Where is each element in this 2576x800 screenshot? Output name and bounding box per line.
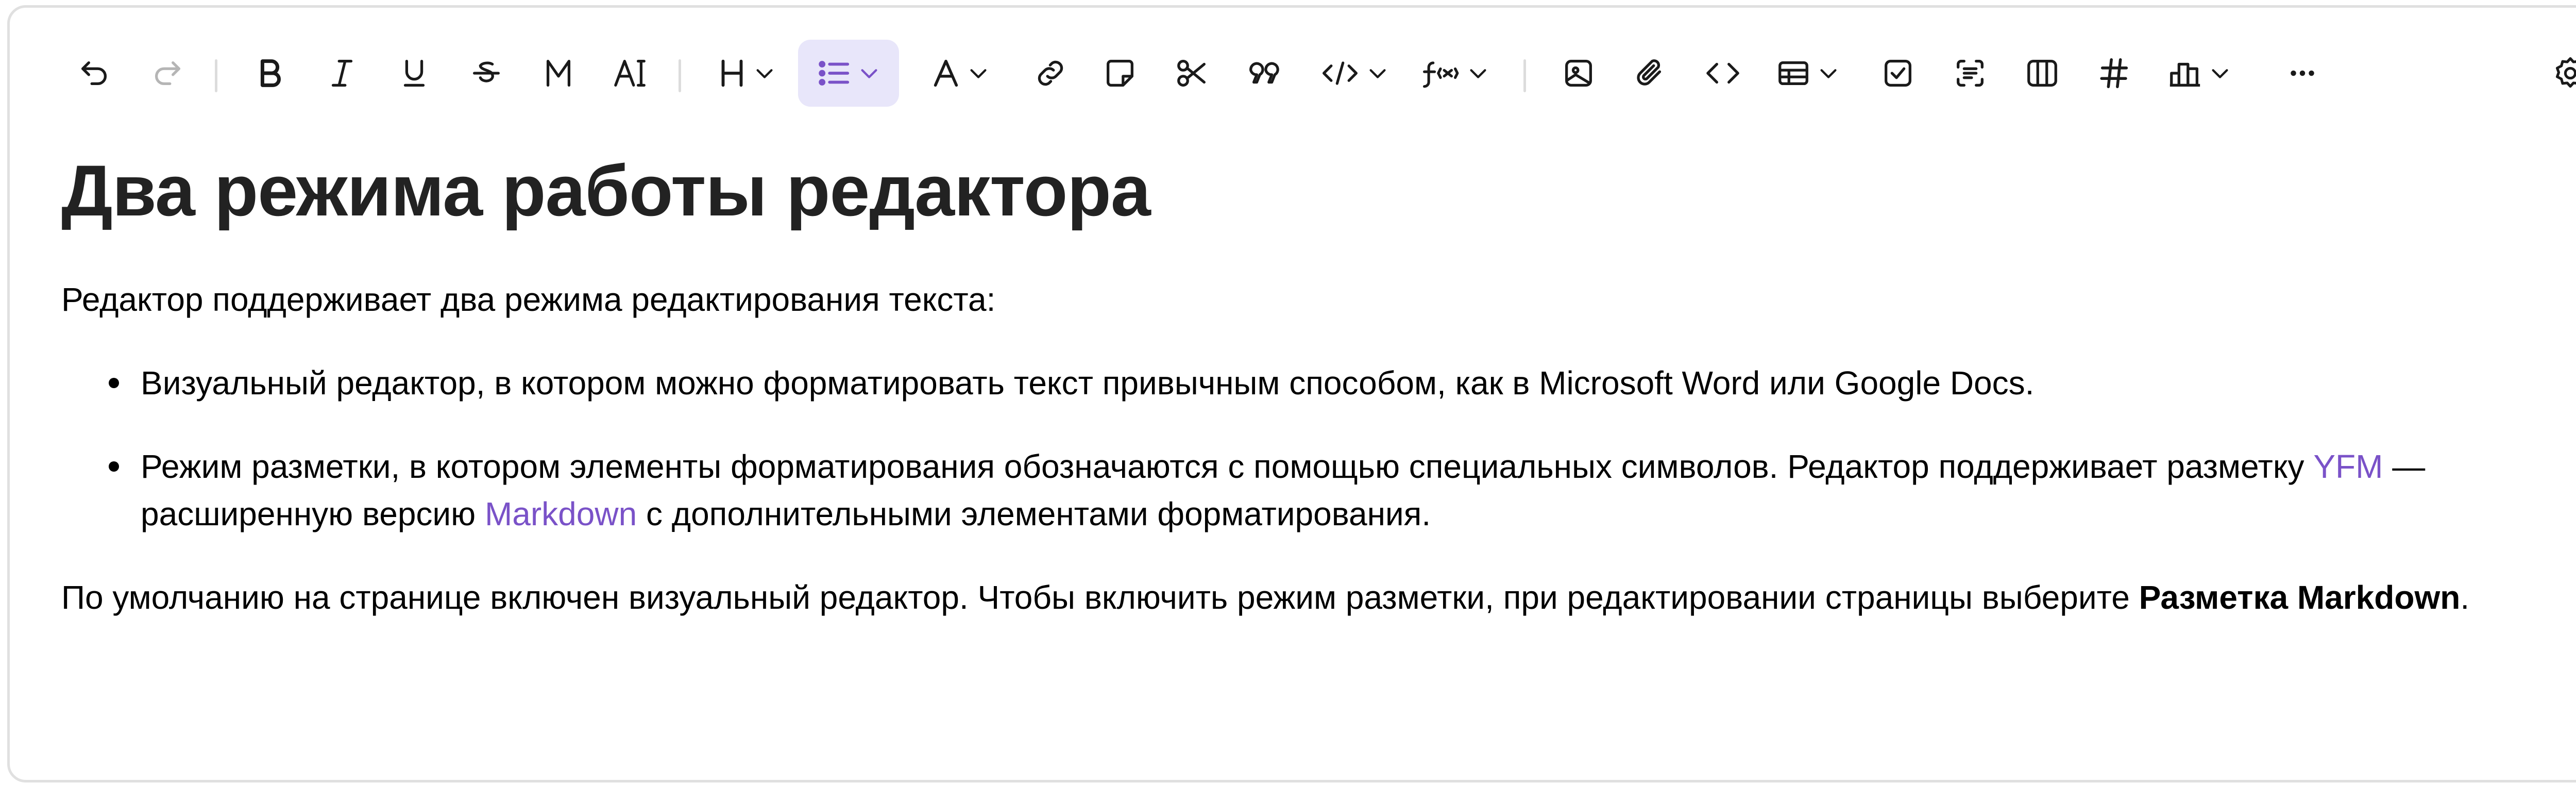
italic-button[interactable] bbox=[309, 40, 376, 107]
code-block-icon bbox=[1706, 62, 1739, 84]
attachment-icon bbox=[1637, 59, 1662, 86]
strikethrough-button[interactable] bbox=[453, 40, 520, 107]
strikethrough-icon bbox=[473, 61, 500, 82]
yfm-block-icon bbox=[1957, 60, 1984, 87]
settings-button[interactable] bbox=[2537, 40, 2576, 107]
attachment-button[interactable] bbox=[1617, 40, 1684, 107]
monospace-icon bbox=[546, 60, 571, 87]
table-icon bbox=[1778, 61, 1808, 86]
note-button[interactable] bbox=[1087, 40, 1154, 107]
page-title: Два режима работы редактора bbox=[61, 150, 1151, 231]
code-inline-icon bbox=[1323, 61, 1358, 85]
underline-button[interactable] bbox=[381, 40, 448, 107]
code-block-button[interactable] bbox=[1689, 40, 1756, 107]
chevron-down-icon bbox=[1470, 69, 1486, 78]
quote-button[interactable] bbox=[1231, 40, 1298, 107]
editor-container: Два режима работы редактора Редактор под… bbox=[7, 5, 2576, 782]
chevron-down-icon bbox=[861, 69, 877, 78]
undo-button[interactable] bbox=[61, 40, 128, 107]
image-icon bbox=[1565, 60, 1592, 87]
more-icon bbox=[2291, 70, 2314, 76]
bold-button[interactable] bbox=[236, 40, 303, 107]
yfm-block-button[interactable] bbox=[1937, 40, 2004, 107]
list-item: Визуальный редактор, в котором можно фор… bbox=[61, 359, 2576, 407]
redo-button[interactable] bbox=[133, 40, 200, 107]
monospace-button[interactable] bbox=[525, 40, 592, 107]
list-item-text: Режим разметки, в котором элементы форма… bbox=[141, 448, 2314, 485]
intro-paragraph: Редактор поддерживает два режима редакти… bbox=[61, 281, 996, 318]
text-marker-button[interactable] bbox=[597, 40, 664, 107]
final-paragraph: По умолчанию на странице включен визуаль… bbox=[61, 574, 2576, 621]
toolbar-separator bbox=[1523, 59, 1526, 92]
chevron-down-icon bbox=[2212, 69, 2228, 78]
document-body[interactable]: Два режима работы редактора Редактор под… bbox=[61, 142, 2576, 621]
underline-icon bbox=[403, 60, 425, 87]
more-button[interactable] bbox=[2269, 40, 2336, 107]
chart-dropdown[interactable] bbox=[2153, 40, 2246, 107]
formula-dropdown[interactable] bbox=[1411, 40, 1499, 107]
toolbar-separator bbox=[679, 59, 681, 92]
final-text-end: . bbox=[2460, 579, 2470, 616]
columns-icon bbox=[2027, 60, 2057, 87]
checkbox-button[interactable] bbox=[1865, 40, 1931, 107]
redo-icon bbox=[155, 61, 180, 86]
hashtag-icon bbox=[2100, 58, 2128, 89]
heading-icon bbox=[721, 59, 743, 87]
text-color-dropdown[interactable] bbox=[917, 40, 1004, 107]
list-item: Режим разметки, в котором элементы форма… bbox=[61, 443, 2576, 538]
chart-icon bbox=[2170, 62, 2200, 87]
hashtag-button[interactable] bbox=[2081, 40, 2148, 107]
list-item-text: Визуальный редактор, в котором можно фор… bbox=[141, 364, 2035, 402]
table-dropdown[interactable] bbox=[1761, 40, 1854, 107]
chevron-down-icon bbox=[970, 69, 987, 78]
cut-button[interactable] bbox=[1159, 40, 1226, 107]
link-icon bbox=[1038, 60, 1063, 86]
cut-icon bbox=[1177, 60, 1206, 87]
yfm-link[interactable]: YFM bbox=[2313, 448, 2383, 485]
text-marker-icon bbox=[614, 60, 646, 87]
italic-icon bbox=[331, 60, 353, 87]
settings-icon bbox=[2555, 57, 2576, 88]
checkbox-icon bbox=[1885, 60, 1911, 87]
heading-dropdown[interactable] bbox=[700, 40, 793, 107]
toolbar bbox=[10, 8, 2576, 137]
undo-icon bbox=[81, 61, 107, 86]
text-color-icon bbox=[934, 59, 958, 87]
markup-mode-label: Разметка Markdown bbox=[2139, 579, 2461, 616]
final-text: По умолчанию на странице включен визуаль… bbox=[61, 579, 2139, 616]
link-button[interactable] bbox=[1017, 40, 1084, 107]
markdown-link[interactable]: Markdown bbox=[485, 495, 637, 532]
quote-icon bbox=[1249, 62, 1279, 84]
code-inline-dropdown[interactable] bbox=[1308, 40, 1401, 107]
list-dropdown[interactable] bbox=[798, 40, 899, 107]
chevron-down-icon bbox=[1820, 69, 1837, 78]
bold-icon bbox=[260, 59, 281, 87]
chevron-down-icon bbox=[756, 69, 773, 78]
columns-button[interactable] bbox=[2009, 40, 2076, 107]
formula-icon bbox=[1423, 61, 1459, 88]
chevron-down-icon bbox=[1369, 69, 1386, 78]
list-item-text: с дополнительными элементами форматирова… bbox=[637, 495, 1431, 532]
note-icon bbox=[1107, 60, 1133, 87]
modes-list: Визуальный редактор, в котором можно фор… bbox=[61, 359, 2576, 538]
toolbar-separator bbox=[215, 59, 217, 92]
list-icon bbox=[819, 61, 850, 86]
image-button[interactable] bbox=[1545, 40, 1612, 107]
